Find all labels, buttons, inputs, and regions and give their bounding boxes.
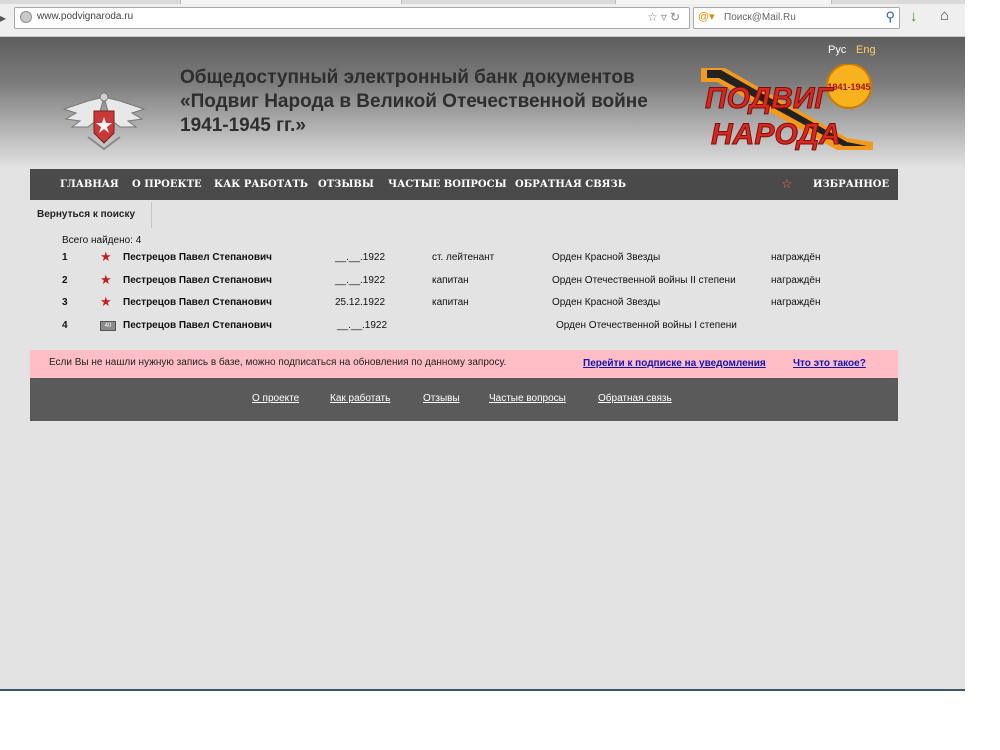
logo-word-1: ПОДВИГ xyxy=(705,82,834,115)
nav-item-home[interactable]: ГЛАВНАЯ xyxy=(60,179,119,190)
result-award[interactable]: Орден Красной Звезды xyxy=(552,297,660,308)
reload-icon[interactable]: ↻ xyxy=(670,10,683,24)
main-navigation: ГЛАВНАЯ О ПРОЕКТЕ КАК РАБОТАТЬ ОТЗЫВЫ ЧА… xyxy=(30,169,898,200)
result-award[interactable]: Орден Отечественной войны II степени xyxy=(552,275,736,286)
footer-link-how-to[interactable]: Как работать xyxy=(330,393,390,404)
result-name[interactable]: Пестрецов Павел Степанович xyxy=(123,252,272,263)
result-name[interactable]: Пестрецов Павел Степанович xyxy=(123,297,272,308)
result-name[interactable]: Пестрецов Павел Степанович xyxy=(123,320,272,331)
result-status: награждён xyxy=(771,275,821,286)
browser-tab[interactable] xyxy=(180,0,402,4)
result-status: награждён xyxy=(771,252,821,263)
browser-tab[interactable] xyxy=(615,0,832,4)
subscription-notice: Если Вы не нашли нужную запись в базе, м… xyxy=(30,350,898,378)
address-url: www.podvignaroda.ru xyxy=(37,11,134,22)
result-row[interactable]: 2 ★ Пестрецов Павел Степанович __.__.192… xyxy=(0,272,965,293)
podvig-naroda-logo[interactable]: 1941-1945 ПОДВИГ НАРОДА xyxy=(697,64,877,154)
home-icon[interactable]: ⌂ xyxy=(940,7,949,24)
nav-item-favorites[interactable]: ИЗБРАННОЕ xyxy=(813,179,889,190)
result-number: 2 xyxy=(62,275,68,286)
download-icon[interactable]: ↓ xyxy=(910,8,918,25)
favorites-star-icon[interactable]: ☆ xyxy=(781,176,793,192)
what-is-it-link[interactable]: Что это такое? xyxy=(793,358,866,369)
result-number: 4 xyxy=(62,320,68,331)
nav-item-about[interactable]: О ПРОЕКТЕ xyxy=(132,179,202,190)
nav-item-faq[interactable]: ЧАСТЫЕ ВОПРОСЫ xyxy=(388,179,507,190)
logo-years: 1941-1945 xyxy=(827,82,870,92)
result-row[interactable]: 3 ★ Пестрецов Павел Степанович 25.12.192… xyxy=(0,294,965,315)
browser-search-box[interactable]: @▾ Поиск@Mail.Ru ⚲ xyxy=(693,7,900,29)
result-name[interactable]: Пестрецов Павел Степанович xyxy=(123,275,272,286)
red-star-icon: ★ xyxy=(100,249,112,264)
back-to-search-tab[interactable]: Вернуться к поиску xyxy=(30,202,152,228)
footer-link-about[interactable]: О проекте xyxy=(252,393,299,404)
lang-en-link[interactable]: Eng xyxy=(856,44,876,56)
notice-text: Если Вы не нашли нужную запись в базе, м… xyxy=(49,357,507,368)
back-arrow-icon[interactable]: ▸ xyxy=(0,11,6,25)
result-rank: ст. лейтенант xyxy=(432,252,495,263)
search-placeholder: Поиск@Mail.Ru xyxy=(724,12,796,23)
back-to-search-link[interactable]: Вернуться к поиску xyxy=(37,209,135,220)
dropdown-arrow-icon[interactable]: ▿ xyxy=(661,10,670,24)
mail-search-engine-icon[interactable]: @▾ xyxy=(698,10,715,23)
nav-item-feedback[interactable]: ОБРАТНАЯ СВЯЗЬ xyxy=(515,179,626,190)
window-bottom-border xyxy=(0,689,965,691)
red-star-icon: ★ xyxy=(100,294,112,309)
result-rank: капитан xyxy=(432,297,469,308)
eagle-emblem-icon xyxy=(62,92,146,151)
browser-toolbar: ▸ www.podvignaroda.ru ☆▿↻ @▾ Поиск@Mail.… xyxy=(0,0,965,37)
tab-strip xyxy=(0,0,965,4)
result-birth-date: __.__.1922 xyxy=(335,275,386,286)
footer-link-reviews[interactable]: Отзывы xyxy=(423,393,460,404)
site-header: Рус Eng Общедоступный электронный банк д… xyxy=(0,37,965,169)
result-award[interactable]: Орден Красной Звезды xyxy=(552,252,660,263)
page-viewport: Рус Eng Общедоступный электронный банк д… xyxy=(0,37,965,690)
result-number: 3 xyxy=(62,297,68,308)
anniversary-badge-icon: 40 xyxy=(100,321,116,331)
address-bar[interactable]: www.podvignaroda.ru ☆▿↻ xyxy=(14,7,690,29)
site-title-line: 1941-1945 гг.» xyxy=(180,115,306,136)
nav-item-reviews[interactable]: ОТЗЫВЫ xyxy=(318,179,374,190)
result-number: 1 xyxy=(62,252,68,263)
result-row[interactable]: 1 ★ Пестрецов Павел Степанович __.__.192… xyxy=(0,249,965,270)
globe-icon xyxy=(20,11,32,23)
footer-link-feedback[interactable]: Обратная связь xyxy=(598,393,672,404)
search-icon[interactable]: ⚲ xyxy=(885,9,895,25)
result-birth-date: 25.12.1922 xyxy=(335,297,386,308)
result-birth-date: __.__.1922 xyxy=(337,320,388,331)
site-title-line: Общедоступный электронный банк документо… xyxy=(180,67,635,88)
result-birth-date: __.__.1922 xyxy=(335,252,386,263)
right-margin xyxy=(965,0,1000,690)
footer-link-faq[interactable]: Частые вопросы xyxy=(489,393,566,404)
result-award[interactable]: Орден Отечественной войны I степени xyxy=(556,320,737,331)
site-title: Общедоступный электронный банк документо… xyxy=(180,66,690,138)
result-status: награждён xyxy=(771,297,821,308)
logo-word-2: НАРОДА xyxy=(711,118,841,151)
site-title-line: «Подвиг Народа в Великой Отечественной в… xyxy=(180,91,648,112)
red-star-icon: ★ xyxy=(100,272,112,287)
result-row[interactable]: 4 40 Пестрецов Павел Степанович __.__.19… xyxy=(0,320,965,338)
result-rank: капитан xyxy=(432,275,469,286)
nav-item-how-to[interactable]: КАК РАБОТАТЬ xyxy=(214,179,308,190)
results-count: Всего найдено: 4 xyxy=(62,235,142,246)
subscribe-link[interactable]: Перейти к подписке на уведомления xyxy=(583,358,766,369)
site-footer: О проекте Как работать Отзывы Частые воп… xyxy=(30,378,898,421)
lang-ru-link[interactable]: Рус xyxy=(828,44,846,56)
bookmark-star-icon[interactable]: ☆ xyxy=(647,10,661,24)
